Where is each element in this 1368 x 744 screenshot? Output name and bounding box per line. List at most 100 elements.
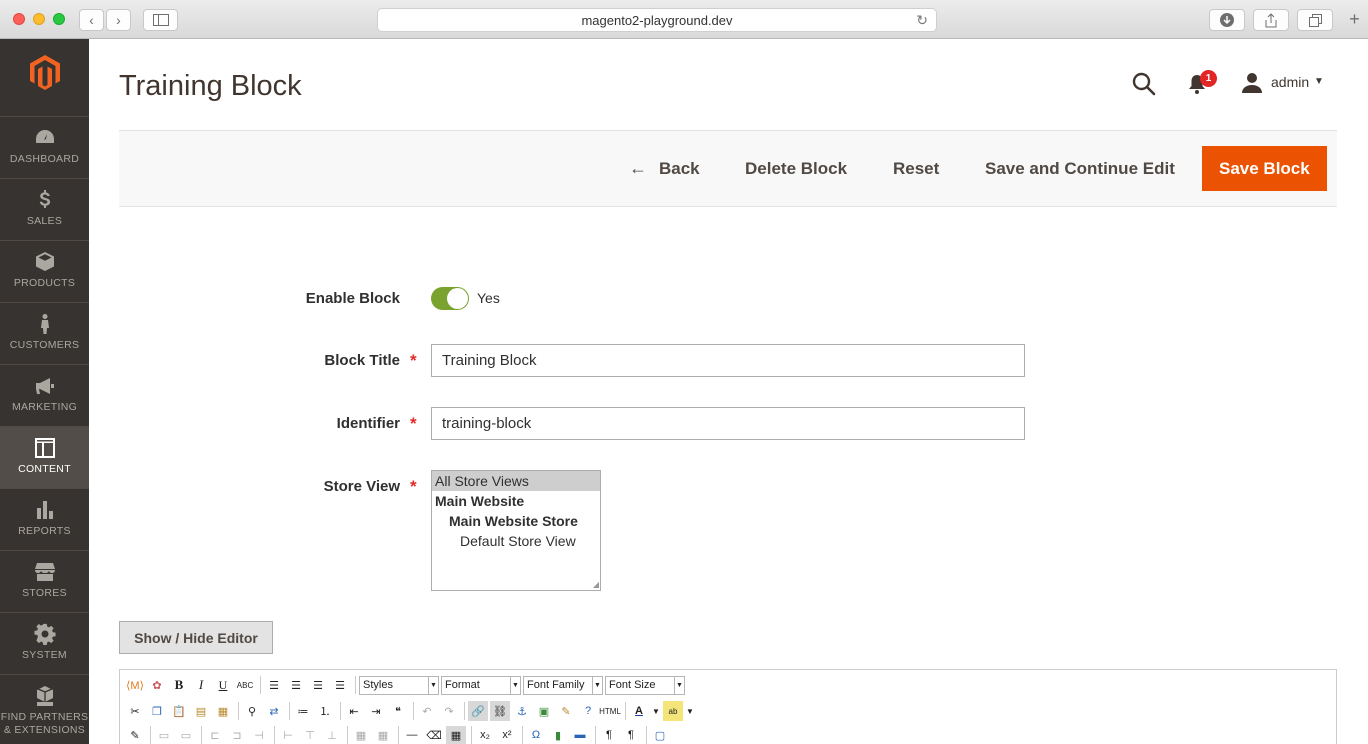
undo-icon[interactable]: ↶ (417, 701, 437, 721)
align-justify-icon[interactable]: ☰ (330, 675, 350, 695)
replace-icon[interactable]: ⇄ (264, 701, 284, 721)
sidebar-item-products[interactable]: PRODUCTS (0, 240, 89, 302)
paste-text-icon[interactable]: ▤ (191, 701, 211, 721)
rtl-icon[interactable]: ¶ (621, 726, 641, 744)
store-view-option[interactable]: All Store Views (432, 471, 600, 491)
browser-back-button[interactable]: ‹ (79, 9, 104, 31)
visual-aid-icon[interactable]: ▢ (650, 726, 670, 744)
html-source-icon[interactable]: HTML (599, 701, 621, 721)
italic-button[interactable]: I (191, 675, 211, 695)
bold-button[interactable]: B (169, 675, 189, 695)
unlink-icon[interactable]: ⛓ (490, 701, 510, 721)
address-bar[interactable]: magento2-playground.dev ↻ (377, 8, 937, 32)
align-right-icon[interactable]: ☰ (308, 675, 328, 695)
magento-widget-icon[interactable]: ⟨M⟩ (125, 675, 145, 695)
tabs-overview-button[interactable] (1297, 9, 1333, 31)
special-char-icon[interactable]: Ω (526, 726, 546, 744)
dropdown-arrow-icon[interactable]: ▼ (651, 701, 661, 721)
reset-button[interactable]: Reset (893, 146, 939, 191)
format-select[interactable]: Format ▼ (441, 675, 521, 695)
image-icon[interactable]: ▣ (534, 701, 554, 721)
insert-layer-icon[interactable]: ▭ (154, 726, 174, 744)
fullscreen-icon[interactable]: ▬ (570, 726, 590, 744)
paste-icon[interactable]: 📋 (169, 701, 189, 721)
copy-icon[interactable]: ❐ (147, 701, 167, 721)
indent-icon[interactable]: ⇥ (366, 701, 386, 721)
text-color-icon[interactable]: A (629, 701, 649, 721)
highlight-color-icon[interactable]: ab (663, 701, 683, 721)
search-icon[interactable] (1131, 71, 1157, 97)
store-view-multiselect[interactable]: All Store Views Main Website Main Websit… (431, 470, 601, 591)
resize-handle-icon[interactable]: ◢ (593, 580, 599, 589)
font-family-select[interactable]: Font Family ▼ (523, 675, 603, 695)
find-icon[interactable]: ⚲ (242, 701, 262, 721)
dropdown-arrow-icon[interactable]: ▼ (685, 701, 695, 721)
strikethrough-button[interactable]: ABC (235, 675, 255, 695)
magento-logo[interactable] (26, 53, 64, 91)
move-forward-icon[interactable]: ⊏ (205, 726, 225, 744)
media-icon[interactable]: ▮ (548, 726, 568, 744)
styles-select[interactable]: Styles ▼ (359, 675, 439, 695)
notification-count-badge[interactable]: 1 (1200, 70, 1217, 87)
reload-icon[interactable]: ↻ (916, 12, 928, 29)
delete-block-button[interactable]: Delete Block (745, 146, 847, 191)
block-title-input[interactable] (431, 344, 1025, 377)
sidebar-item-reports[interactable]: REPORTS (0, 488, 89, 550)
sidebar-item-sales[interactable]: SALES (0, 178, 89, 240)
admin-username[interactable]: admin (1271, 74, 1309, 90)
edit-css-icon[interactable]: ✎ (125, 726, 145, 744)
blockquote-icon[interactable]: ❝ (388, 701, 408, 721)
downloads-button[interactable] (1209, 9, 1245, 31)
subscript-icon[interactable]: x₂ (475, 726, 495, 744)
anchor-icon[interactable]: ⚓ (512, 701, 532, 721)
table-row-props-icon[interactable]: ⊢ (278, 726, 298, 744)
link-icon[interactable]: 🔗 (468, 701, 488, 721)
ltr-icon[interactable]: ¶ (599, 726, 619, 744)
move-backward-icon[interactable]: ⊐ (227, 726, 247, 744)
font-size-select[interactable]: Font Size ▼ (605, 675, 685, 695)
superscript-icon[interactable]: x² (497, 726, 517, 744)
table-merge-icon[interactable]: ⊥ (322, 726, 342, 744)
save-and-continue-button[interactable]: Save and Continue Edit (985, 146, 1175, 191)
save-block-button[interactable]: Save Block (1202, 146, 1327, 191)
sidebar-item-dashboard[interactable]: DASHBOARD (0, 116, 89, 178)
store-view-option[interactable]: Default Store View (432, 531, 600, 551)
new-tab-button[interactable]: + (1341, 9, 1368, 31)
close-window-button[interactable] (13, 13, 25, 25)
show-hide-editor-button[interactable]: Show / Hide Editor (119, 621, 273, 654)
style-props-icon[interactable]: ⊣ (249, 726, 269, 744)
redo-icon[interactable]: ↷ (439, 701, 459, 721)
remove-format-icon[interactable]: ⌫ (424, 726, 444, 744)
minimize-window-button[interactable] (33, 13, 45, 25)
table-props-icon[interactable]: ▦ (351, 726, 371, 744)
caret-down-icon[interactable]: ▼ (1314, 76, 1324, 87)
help-icon[interactable]: ? (578, 701, 598, 721)
align-center-icon[interactable]: ☰ (286, 675, 306, 695)
horizontal-rule-icon[interactable]: — (402, 726, 422, 744)
bullet-list-icon[interactable]: ≔ (293, 701, 313, 721)
numbered-list-icon[interactable]: ⒈ (315, 701, 335, 721)
paste-word-icon[interactable]: ▦ (213, 701, 233, 721)
zoom-window-button[interactable] (53, 13, 65, 25)
browser-forward-button[interactable]: › (106, 9, 131, 31)
user-icon[interactable] (1241, 72, 1263, 94)
sidebar-item-content[interactable]: CONTENT (0, 426, 89, 488)
sidebar-toggle-button[interactable] (143, 9, 178, 31)
sidebar-item-customers[interactable]: CUSTOMERS (0, 302, 89, 364)
insert-variable-icon[interactable]: ✿ (147, 675, 167, 695)
cleanup-icon[interactable]: ✎ (556, 701, 576, 721)
table-cell-props-icon[interactable]: ⊤ (300, 726, 320, 744)
cut-icon[interactable]: ✂ (125, 701, 145, 721)
insert-table-icon[interactable]: ▦ (446, 726, 466, 744)
back-button[interactable]: ← Back (629, 146, 700, 191)
identifier-input[interactable] (431, 407, 1025, 440)
sidebar-item-system[interactable]: SYSTEM (0, 612, 89, 674)
sidebar-item-stores[interactable]: STORES (0, 550, 89, 612)
align-left-icon[interactable]: ☰ (264, 675, 284, 695)
outdent-icon[interactable]: ⇤ (344, 701, 364, 721)
share-button[interactable] (1253, 9, 1289, 31)
sidebar-item-find-partners[interactable]: FIND PARTNERS & EXTENSIONS (0, 674, 89, 744)
underline-button[interactable]: U (213, 675, 233, 695)
sidebar-item-marketing[interactable]: MARKETING (0, 364, 89, 426)
enable-block-toggle[interactable] (431, 287, 469, 310)
